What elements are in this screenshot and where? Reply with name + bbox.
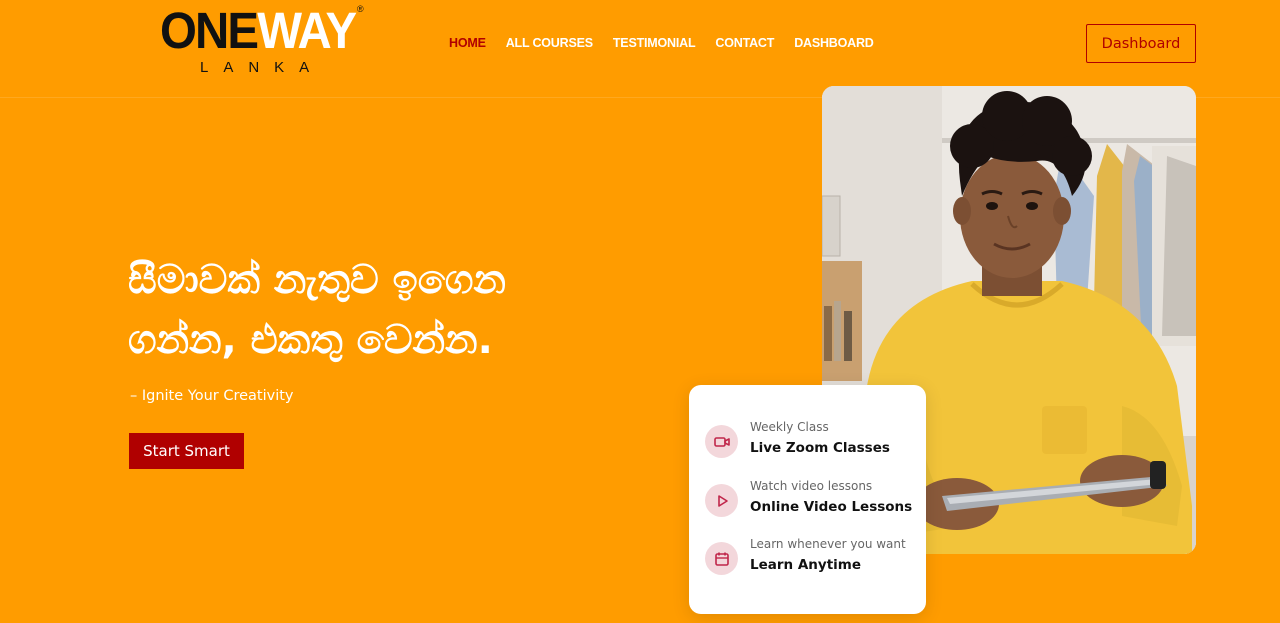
feature-title: Online Video Lessons <box>750 499 913 515</box>
logo-brand-light: WAY <box>257 2 357 59</box>
hero-title-line-2: ගන්න, එකතු වෙන්න. <box>128 317 493 363</box>
logo-wordmark: ONEWAY <box>160 2 357 59</box>
feature-subtitle: Learn whenever you want <box>750 537 906 551</box>
oneway-lanka-logo[interactable]: ONEWAY ® LANKA <box>160 4 370 84</box>
nav-all-courses[interactable]: ALL COURSES <box>506 36 593 50</box>
feature-live-zoom: Weekly Class Live Zoom Classes <box>705 420 915 464</box>
feature-subtitle: Weekly Class <box>750 420 829 434</box>
features-card: Weekly Class Live Zoom Classes Watch vid… <box>689 385 926 614</box>
play-icon <box>705 484 738 517</box>
main-nav: HOME ALL COURSES TESTIMONIAL CONTACT DAS… <box>449 36 894 50</box>
start-smart-button[interactable]: Start Smart <box>129 433 244 469</box>
feature-title: Live Zoom Classes <box>750 440 890 456</box>
feature-learn-anytime: Learn whenever you want Learn Anytime <box>705 537 915 581</box>
video-camera-icon <box>705 425 738 458</box>
feature-subtitle: Watch video lessons <box>750 479 873 493</box>
feature-title: Learn Anytime <box>750 557 861 573</box>
calendar-icon <box>705 542 738 575</box>
hero-title: සීමාවක් නැතුව ඉගෙන ගන්න, එකතු වෙන්න. <box>128 250 688 370</box>
logo-subtitle: LANKA <box>200 59 325 76</box>
nav-contact[interactable]: CONTACT <box>715 36 774 50</box>
dashboard-button[interactable]: Dashboard <box>1086 24 1196 63</box>
site-header: ONEWAY ® LANKA HOME ALL COURSES TESTIMON… <box>0 0 1280 98</box>
feature-video-lessons: Watch video lessons Online Video Lessons <box>705 479 915 523</box>
nav-testimonial[interactable]: TESTIMONIAL <box>613 36 696 50</box>
nav-home[interactable]: HOME <box>449 36 486 50</box>
hero-tagline: – Ignite Your Creativity <box>130 388 294 404</box>
logo-brand-dark: ONE <box>160 2 259 59</box>
hero-title-line-1: සීමාවක් නැතුව ඉගෙන <box>128 257 507 303</box>
logo-registered-mark: ® <box>357 4 364 14</box>
nav-dashboard[interactable]: DASHBOARD <box>794 36 874 50</box>
